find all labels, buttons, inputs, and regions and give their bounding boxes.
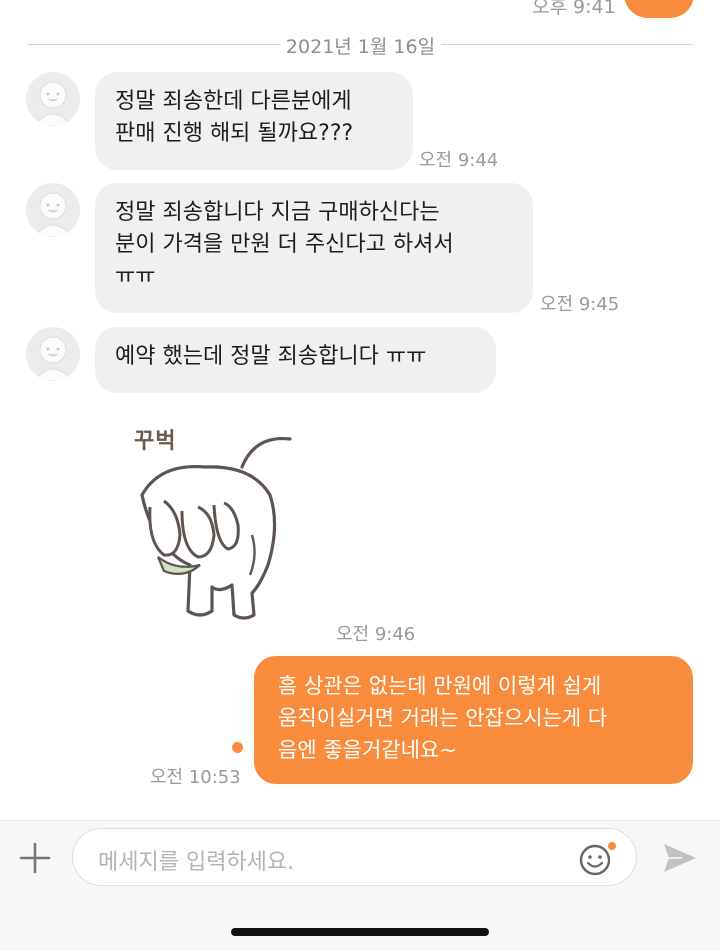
previous-message-time: 오후 9:41: [532, 0, 616, 18]
avatar-icon: [26, 183, 80, 237]
message-line: 음엔 좋을거같네요~: [278, 738, 457, 762]
message-time: 오전 9:44: [419, 150, 499, 171]
avatar[interactable]: [26, 183, 80, 237]
message-line: 예약 했는데 정말 죄송합니다 ㅠㅠ: [115, 344, 427, 369]
previous-outgoing-bubble: [624, 0, 694, 18]
outgoing-message[interactable]: 흠 상관은 없는데 만원에 이렇게 쉽게 움직이실거면 거래는 안잡으시는게 다…: [254, 656, 693, 784]
incoming-message[interactable]: 정말 죄송한데 다른분에게 판매 진행 해되 될까요???: [95, 72, 413, 170]
message-line: 분이 가격을 만원 더 주신다고 하셔서: [115, 232, 454, 257]
message-line: 판매 진행 해되 될까요???: [115, 121, 354, 146]
emoji-icon: [579, 842, 616, 876]
avatar[interactable]: [26, 72, 80, 126]
message-time: 오전 10:53: [150, 767, 241, 788]
message-input-placeholder: 메세지를 입력하세요.: [98, 850, 295, 875]
bow-sticker[interactable]: 꾸벅: [120, 415, 320, 625]
incoming-message[interactable]: 정말 죄송합니다 지금 구매하신다는 분이 가격을 만원 더 주신다고 하셔서 …: [95, 183, 533, 313]
message-input[interactable]: 메세지를 입력하세요.: [72, 828, 637, 886]
bowing-creature-icon: [140, 436, 292, 620]
avatar-icon: [26, 72, 80, 126]
message-line: 움직이실거면 거래는 안잡으시는게 다: [278, 706, 608, 730]
plus-icon: [19, 842, 51, 874]
message-time: 오전 9:46: [336, 624, 416, 645]
avatar[interactable]: [26, 327, 80, 381]
send-icon: [664, 844, 696, 872]
message-line: ㅠㅠ: [115, 264, 156, 289]
incoming-message[interactable]: 예약 했는데 정말 죄송합니다 ㅠㅠ: [95, 327, 496, 393]
message-line: 정말 죄송한데 다른분에게: [115, 89, 352, 114]
emoji-button[interactable]: [578, 841, 618, 877]
send-button[interactable]: [660, 838, 700, 878]
date-divider: 2021년 1월 16일: [28, 32, 693, 59]
message-line: 정말 죄송합니다 지금 구매하신다는: [115, 200, 440, 225]
message-time: 오전 9:45: [540, 294, 620, 315]
message-line: 흠 상관은 없는데 만원에 이렇게 쉽게: [278, 674, 602, 698]
home-indicator: [231, 928, 489, 936]
attach-button[interactable]: [16, 839, 54, 877]
message-composer: 메세지를 입력하세요.: [0, 820, 720, 951]
avatar-icon: [26, 327, 80, 381]
unread-indicator: [232, 742, 243, 753]
date-divider-label: 2021년 1월 16일: [279, 32, 442, 59]
